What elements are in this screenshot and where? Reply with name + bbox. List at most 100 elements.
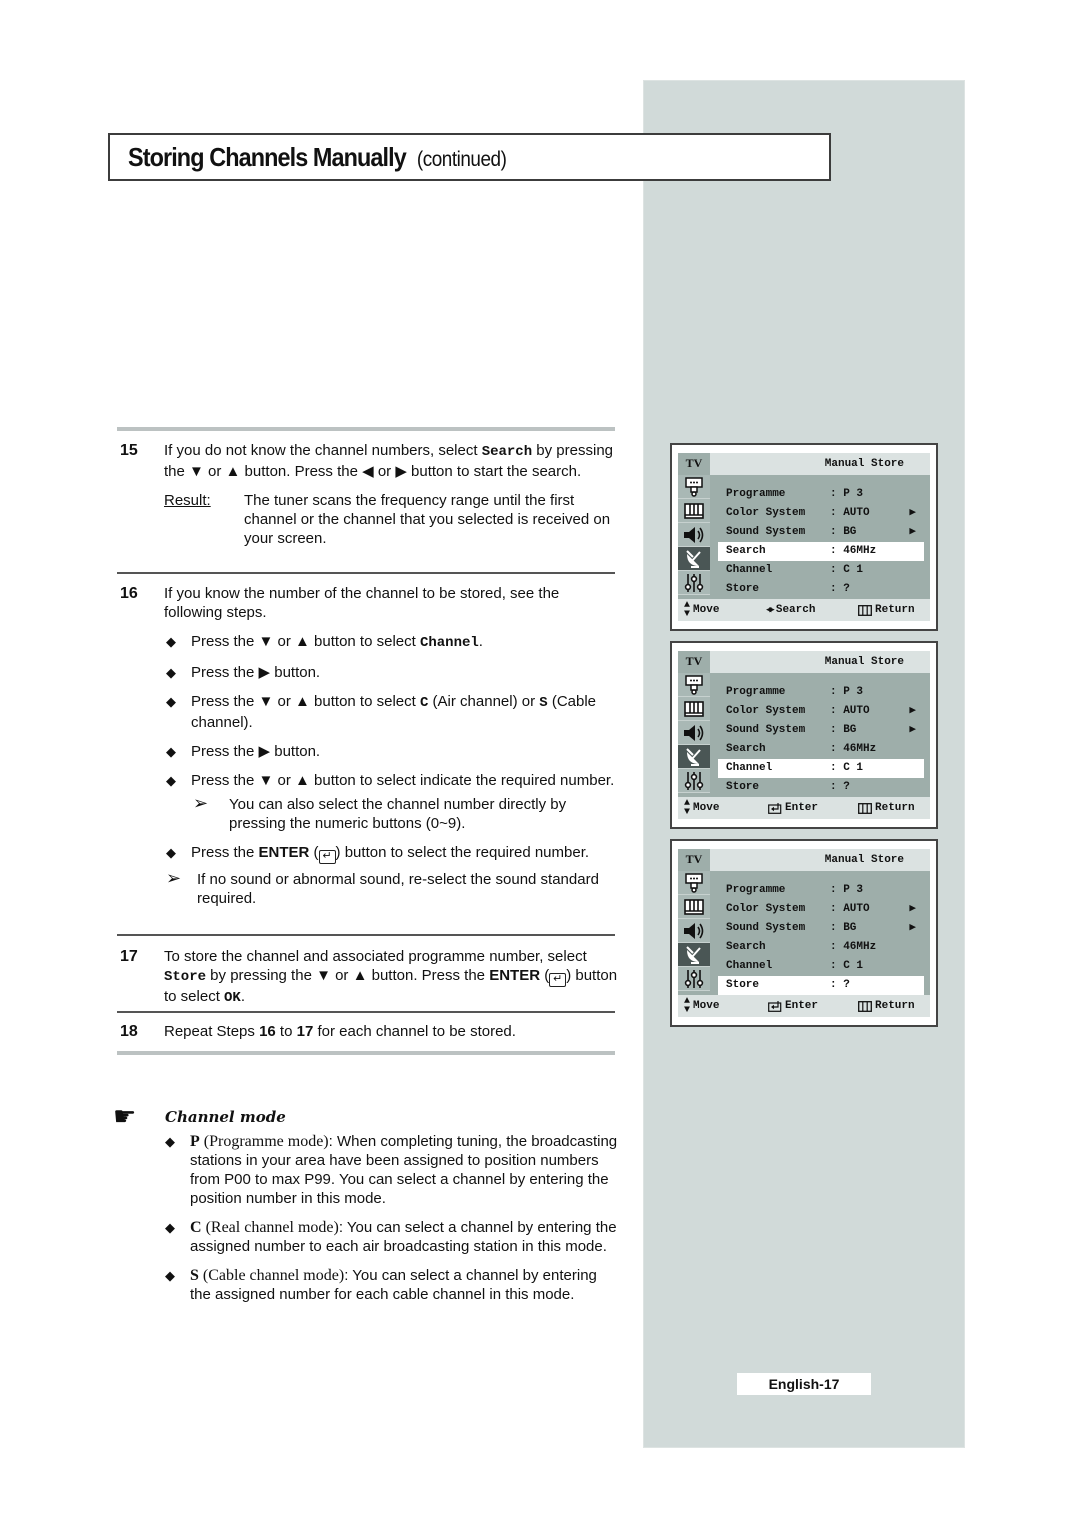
mode-key: P — [190, 1133, 200, 1150]
osd-row-programme[interactable]: Programme: P 3 — [718, 881, 924, 900]
mode-key: S — [190, 1267, 199, 1284]
diamond-bullet-icon: ◆ — [166, 773, 176, 788]
step-text: by pressing the ▼ or ▲ button. Press the — [206, 967, 490, 984]
osd-row-programme[interactable]: Programme: P 3 — [718, 683, 924, 702]
speaker-icon[interactable] — [678, 721, 710, 745]
return-icon — [858, 802, 872, 814]
osd-row-color-system[interactable]: Color System: AUTO ▶ — [718, 702, 924, 721]
step-17: 17 To store the channel and associated p… — [120, 948, 618, 1006]
osd-row-search[interactable]: Search: 46MHz — [718, 542, 924, 561]
satellite-dish-icon[interactable] — [678, 745, 710, 769]
picture-icon[interactable] — [678, 673, 710, 697]
move-hint: ▲ ▼ Move — [684, 797, 719, 819]
step-number: 17 — [120, 948, 138, 965]
osd-rows: Programme: P 3 Color System: AUTO ▶ Sound S… — [718, 683, 924, 797]
action-label: Enter — [785, 1000, 819, 1012]
channel-mode-list: ◆ P (Programme mode): When completing tun… — [165, 1132, 620, 1314]
osd-row-channel[interactable]: Channel: C 1 — [718, 957, 924, 976]
picture-icon[interactable] — [678, 475, 710, 499]
osd-row-sound-system[interactable]: Sound System: BG ▶ — [718, 523, 924, 542]
return-hint: Return — [858, 995, 915, 1017]
keyboard-icon[interactable] — [678, 697, 710, 721]
step-text: If you know the number of the channel to… — [164, 585, 560, 621]
setup-sliders-icon[interactable] — [678, 769, 710, 793]
osd-row-value: : P 3 — [830, 488, 864, 500]
satellite-dish-icon[interactable] — [678, 943, 710, 967]
osd-title: Manual Store — [824, 854, 904, 866]
osd-row-color-system[interactable]: Color System: AUTO ▶ — [718, 900, 924, 919]
bullet-text: Press the — [191, 844, 259, 861]
bullet-text: Press the ▼ or ▲ button to select indica… — [191, 772, 615, 789]
step-number: 16 — [120, 585, 138, 602]
osd-row-sound-system[interactable]: Sound System: BG ▶ — [718, 919, 924, 938]
step-15: 15 If you do not know the channel number… — [120, 441, 620, 548]
diamond-bullet-icon: ◆ — [166, 744, 176, 759]
bullet-text: Press the ▼ or ▲ button to select — [191, 633, 420, 650]
diamond-bullet-icon: ◆ — [166, 694, 176, 709]
osd-row-store[interactable]: Store: ? — [718, 976, 924, 995]
osd-row-channel[interactable]: Channel: C 1 — [718, 561, 924, 580]
diamond-bullet-icon: ◆ — [165, 1134, 175, 1149]
bullet-text: Press the ▶ button. — [191, 664, 321, 681]
osd-row-channel[interactable]: Channel: C 1 — [718, 759, 924, 778]
osd-row-search[interactable]: Search: 46MHz — [718, 740, 924, 759]
divider — [117, 572, 615, 574]
move-label: Move — [693, 604, 720, 616]
note-text: If no sound or abnormal sound, re-select… — [197, 871, 599, 907]
mode-key: C — [190, 1219, 202, 1236]
osd-row-sound-system[interactable]: Sound System: BG ▶ — [718, 721, 924, 740]
osd-manual-store-2: TV Manual Store Programme: P 3 Color System… — [670, 641, 938, 829]
move-label: Move — [693, 1000, 720, 1012]
mode-name: (Cable channel mode) — [198, 1267, 345, 1284]
mode-item-s: ◆ S (Cable channel mode): You can select … — [165, 1266, 620, 1304]
osd-menu-icons — [678, 871, 710, 993]
osd-rows: Programme: P 3 Color System: AUTO ▶ Sound S… — [718, 881, 924, 995]
keyboard-icon[interactable] — [678, 499, 710, 523]
speaker-icon[interactable] — [678, 523, 710, 547]
tv-mode-label: TV — [678, 651, 710, 673]
bullet-item: ◆ Press the ▶ button. — [164, 742, 620, 761]
speaker-icon[interactable] — [678, 919, 710, 943]
osd-row-value: : C 1 — [830, 564, 864, 576]
mode-item-c: ◆ C (Real channel mode): You can select a… — [165, 1218, 620, 1256]
bullet-item: ◆ Press the ENTER (↵) button to select th… — [166, 844, 590, 864]
tv-mode-label: TV — [678, 849, 710, 871]
osd-header: TV Manual Store — [678, 651, 930, 673]
step-number: 18 — [120, 1023, 138, 1040]
osd-row-color-system[interactable]: Color System: AUTO ▶ — [718, 504, 924, 523]
osd-row-store[interactable]: Store : ? — [718, 580, 924, 599]
osd-manual-store-1: TV Manual Store Programme: P 3 Color System… — [670, 443, 938, 631]
osd-header: TV Manual Store — [678, 453, 930, 475]
enter-icon — [768, 802, 782, 814]
osd-row-store[interactable]: Store: ? — [718, 778, 924, 797]
osd-row-value: : ? — [830, 979, 850, 991]
result-text: The tuner scans the frequency range unti… — [244, 492, 611, 547]
channel-mode-header: ☛ Channel mode — [113, 1101, 286, 1132]
arrow-right-icon: ▶ — [909, 526, 916, 538]
page-subtitle: (continued) — [416, 147, 507, 171]
arrow-right-icon: ▶ — [909, 903, 916, 915]
up-down-arrow-icon: ▲ ▼ — [684, 996, 691, 1016]
osd-screen: TV Manual Store Programme: P 3 Color System… — [678, 453, 930, 621]
return-hint: Return — [858, 797, 915, 819]
step-ref: 16 — [259, 1023, 276, 1040]
keyboard-icon[interactable] — [678, 895, 710, 919]
osd-row-label: Sound System — [726, 526, 806, 538]
tv-mode-label: TV — [678, 453, 710, 475]
return-label: Return — [875, 604, 915, 616]
picture-icon[interactable] — [678, 871, 710, 895]
osd-row-label: Store — [726, 583, 760, 595]
page-title-box: Storing Channels Manually (continued) — [108, 133, 831, 181]
page-title-text: Storing Channels Manually — [128, 141, 407, 172]
setup-sliders-icon[interactable] — [678, 571, 710, 595]
setup-sliders-icon[interactable] — [678, 967, 710, 991]
step-16: 16 If you know the number of the channel… — [120, 584, 620, 908]
osd-row-value: : 46MHz — [830, 743, 877, 755]
divider — [117, 1011, 615, 1013]
arrow-right-icon: ▶ — [909, 922, 916, 934]
osd-row-search[interactable]: Search: 46MHz — [718, 938, 924, 957]
satellite-dish-icon[interactable] — [678, 547, 710, 571]
osd-row-value: : ? — [830, 583, 850, 595]
arrow-right-icon: ▶ — [909, 705, 916, 717]
osd-row-programme[interactable]: Programme: P 3 — [718, 485, 924, 504]
